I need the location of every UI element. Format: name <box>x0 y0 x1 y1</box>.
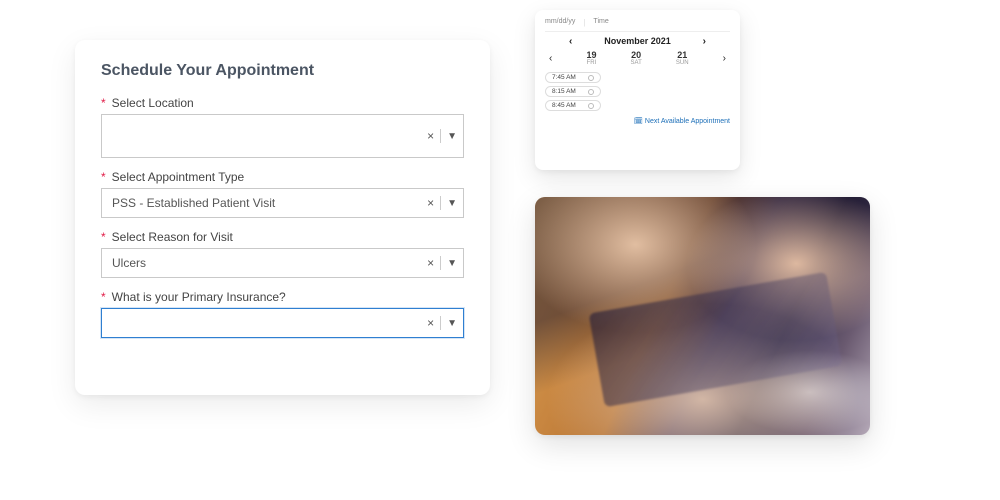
photo-hands-phone <box>535 197 870 435</box>
field-reason: * Select Reason for Visit Ulcers × ▼ <box>101 230 464 278</box>
required-asterisk: * <box>101 231 106 243</box>
calendar-day[interactable]: 21 SUN <box>676 50 689 66</box>
schedule-form-card: Schedule Your Appointment * Select Locat… <box>75 40 490 395</box>
divider <box>440 256 441 270</box>
date-input[interactable]: mm/dd/yy <box>545 18 575 27</box>
field-insurance: * What is your Primary Insurance? × ▼ <box>101 290 464 338</box>
select-appointment-type[interactable]: PSS - Established Patient Visit × ▼ <box>101 188 464 218</box>
day-next-button[interactable]: › <box>723 53 726 64</box>
chevron-down-icon[interactable]: ▼ <box>447 198 457 209</box>
calendar-day[interactable]: 20 SAT <box>631 50 642 66</box>
month-prev-button[interactable]: ‹ <box>569 36 572 47</box>
divider: | <box>583 18 585 27</box>
time-slots: 7:45 AM 8:15 AM 8:45 AM <box>545 72 730 111</box>
select-appointment-type-value: PSS - Established Patient Visit <box>112 196 275 210</box>
divider <box>440 196 441 210</box>
day-num: 19 <box>586 50 596 60</box>
calendar-inputs: mm/dd/yy | Time <box>545 18 730 32</box>
time-input[interactable]: Time <box>593 18 608 27</box>
day-dow: SUN <box>676 60 689 66</box>
label-insurance: What is your Primary Insurance? <box>112 290 286 304</box>
form-title: Schedule Your Appointment <box>101 62 464 80</box>
calendar-day-row: ‹ 19 FRI 20 SAT 21 SUN › <box>545 50 730 66</box>
radio-icon <box>588 103 594 109</box>
month-next-button[interactable]: › <box>703 36 706 47</box>
radio-icon <box>588 75 594 81</box>
day-prev-button[interactable]: ‹ <box>549 53 552 64</box>
calendar-icon: 🗓 <box>634 118 643 125</box>
chevron-down-icon[interactable]: ▼ <box>447 258 457 269</box>
day-dow: SAT <box>631 60 642 66</box>
radio-icon <box>588 89 594 95</box>
divider <box>440 129 441 143</box>
next-available-label: Next Available Appointment <box>645 118 730 125</box>
label-reason: Select Reason for Visit <box>112 230 233 244</box>
select-reason[interactable]: Ulcers × ▼ <box>101 248 464 278</box>
time-slot-label: 8:45 AM <box>552 102 576 109</box>
chevron-down-icon[interactable]: ▼ <box>447 131 457 142</box>
field-appointment-type: * Select Appointment Type PSS - Establis… <box>101 170 464 218</box>
calendar-card: mm/dd/yy | Time ‹ November 2021 › ‹ 19 F… <box>535 10 740 170</box>
calendar-day[interactable]: 19 FRI <box>586 50 596 66</box>
day-num: 21 <box>676 50 689 60</box>
time-slot-label: 7:45 AM <box>552 74 576 81</box>
clear-icon[interactable]: × <box>427 196 434 210</box>
calendar-month-label: November 2021 <box>604 36 671 46</box>
time-slot-label: 8:15 AM <box>552 88 576 95</box>
clear-icon[interactable]: × <box>427 256 434 270</box>
day-num: 20 <box>631 50 642 60</box>
clear-icon[interactable]: × <box>427 316 434 330</box>
next-available-link[interactable]: 🗓Next Available Appointment <box>545 117 730 125</box>
required-asterisk: * <box>101 171 106 183</box>
field-location: * Select Location × ▼ <box>101 96 464 158</box>
required-asterisk: * <box>101 97 106 109</box>
calendar-month-row: ‹ November 2021 › <box>545 36 730 46</box>
divider <box>440 316 441 330</box>
required-asterisk: * <box>101 291 106 303</box>
select-reason-value: Ulcers <box>112 256 146 270</box>
clear-icon[interactable]: × <box>427 129 434 143</box>
time-slot[interactable]: 8:45 AM <box>545 100 601 111</box>
chevron-down-icon[interactable]: ▼ <box>447 318 457 329</box>
select-location[interactable]: × ▼ <box>101 114 464 158</box>
time-slot[interactable]: 8:15 AM <box>545 86 601 97</box>
day-dow: FRI <box>586 60 596 66</box>
label-location: Select Location <box>112 96 194 110</box>
time-slot[interactable]: 7:45 AM <box>545 72 601 83</box>
select-insurance[interactable]: × ▼ <box>101 308 464 338</box>
label-appointment-type: Select Appointment Type <box>112 170 245 184</box>
